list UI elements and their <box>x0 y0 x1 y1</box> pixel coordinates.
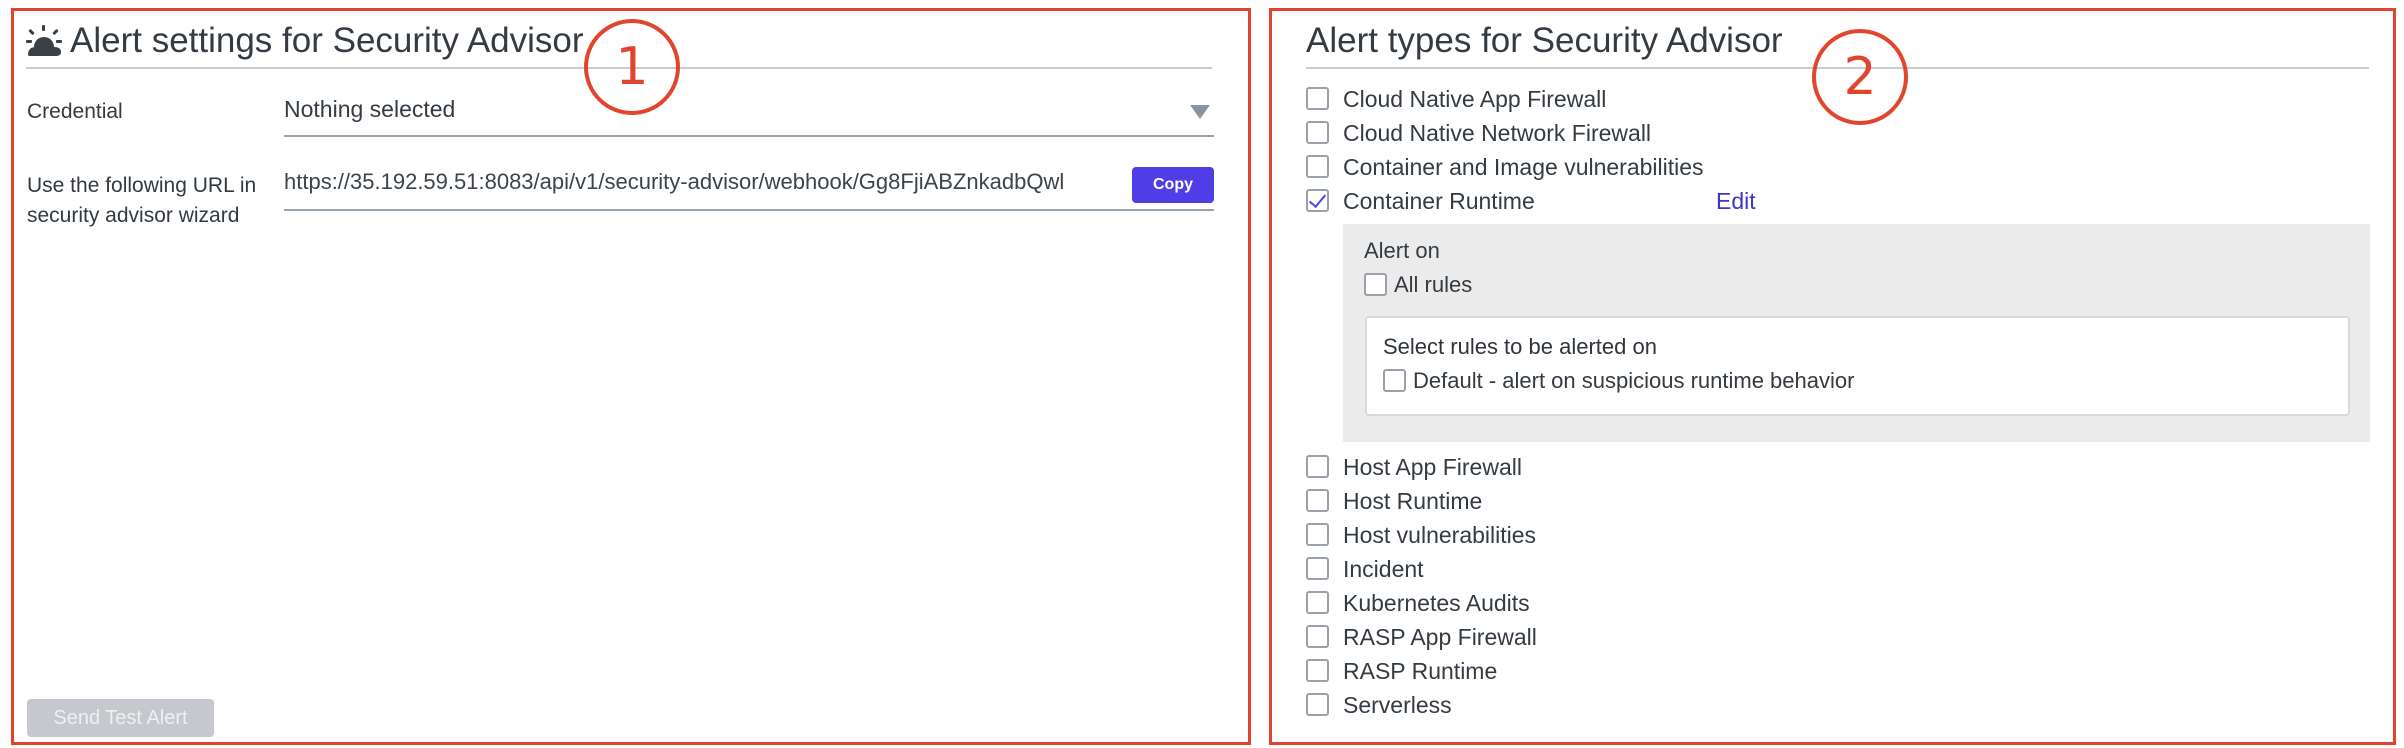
select-rules-title: Select rules to be alerted on <box>1383 334 1657 359</box>
alert-types-list: Cloud Native App Firewall Cloud Native N… <box>1306 82 2370 722</box>
alert-type-label: Host App Firewall <box>1343 454 1522 480</box>
checkbox[interactable] <box>1306 591 1329 614</box>
alert-type-label: RASP App Firewall <box>1343 624 1537 650</box>
alert-type-label: Host Runtime <box>1343 488 1483 514</box>
credential-select[interactable]: Nothing selected <box>284 89 1214 137</box>
alert-type-row[interactable]: Host App Firewall <box>1306 450 2366 484</box>
alert-settings-title-text: Alert settings for Security Advisor <box>70 21 584 60</box>
checkbox[interactable] <box>1306 659 1329 682</box>
checkbox[interactable] <box>1306 87 1329 110</box>
checkbox[interactable] <box>1306 693 1329 716</box>
alert-type-row[interactable]: Cloud Native App Firewall <box>1306 82 2366 116</box>
alert-type-row[interactable]: Cloud Native Network Firewall <box>1306 116 2366 150</box>
alert-type-row[interactable]: Kubernetes Audits <box>1306 586 2366 620</box>
checkbox-checked[interactable] <box>1306 189 1329 212</box>
alert-on-label: Alert on <box>1364 238 1440 263</box>
alert-type-label: RASP Runtime <box>1343 658 1498 684</box>
webhook-url-field[interactable]: https://35.192.59.51:8083/api/v1/securit… <box>284 161 1214 211</box>
alert-type-label: Incident <box>1343 556 1424 582</box>
checkbox[interactable] <box>1383 369 1406 392</box>
cloud-sun-icon <box>26 25 62 56</box>
rule-option[interactable]: Default - alert on suspicious runtime be… <box>1383 366 2283 396</box>
alert-settings-panel: Alert settings for Security Advisor 1 Cr… <box>11 8 1251 745</box>
credential-selected-value: Nothing selected <box>284 96 456 122</box>
checkbox[interactable] <box>1306 489 1329 512</box>
checkbox[interactable] <box>1306 523 1329 546</box>
alert-type-row[interactable]: RASP Runtime <box>1306 654 2366 688</box>
alert-type-label: Container Runtime <box>1343 188 1535 214</box>
checkbox[interactable] <box>1306 625 1329 648</box>
alert-type-label: Cloud Native App Firewall <box>1343 86 1607 112</box>
all-rules-option[interactable]: All rules <box>1364 270 1764 300</box>
alert-type-label: Host vulnerabilities <box>1343 522 1537 548</box>
alert-on-section: Alert on All rules Select rules to be al… <box>1343 224 2370 442</box>
checkbox[interactable] <box>1306 455 1329 478</box>
webhook-url-value[interactable]: https://35.192.59.51:8083/api/v1/securit… <box>284 165 1064 199</box>
alert-types-panel: Alert types for Security Advisor 2 Cloud… <box>1269 8 2396 745</box>
alert-type-label: Kubernetes Audits <box>1343 590 1530 616</box>
alert-type-label: Serverless <box>1343 692 1452 718</box>
caret-down-icon <box>1190 105 1210 119</box>
alert-type-label: Container and Image vulnerabilities <box>1343 154 1704 180</box>
checkbox[interactable] <box>1306 155 1329 178</box>
credential-label: Credential <box>27 100 123 123</box>
webhook-url-label: Use the following URL in security adviso… <box>27 174 257 227</box>
copy-button[interactable]: Copy <box>1132 167 1214 203</box>
rule-label: Default - alert on suspicious runtime be… <box>1413 368 1855 393</box>
checkbox[interactable] <box>1306 121 1329 144</box>
send-test-alert-button[interactable]: Send Test Alert <box>27 699 214 737</box>
alert-type-row[interactable]: Host vulnerabilities <box>1306 518 2366 552</box>
alert-type-row[interactable]: Host Runtime <box>1306 484 2366 518</box>
alert-type-row-container-runtime[interactable]: Container Runtime Edit <box>1306 184 2366 218</box>
all-rules-label: All rules <box>1394 272 1473 297</box>
edit-link[interactable]: Edit <box>1716 184 1756 218</box>
alert-type-row[interactable]: Serverless <box>1306 688 2366 722</box>
alert-type-row[interactable]: Container and Image vulnerabilities <box>1306 150 2366 184</box>
alert-type-row[interactable]: RASP App Firewall <box>1306 620 2366 654</box>
alert-type-label: Cloud Native Network Firewall <box>1343 120 1652 146</box>
alert-type-row[interactable]: Incident <box>1306 552 2366 586</box>
checkbox[interactable] <box>1306 557 1329 580</box>
checkbox[interactable] <box>1364 273 1387 296</box>
rules-selection-box: Select rules to be alerted on Default - … <box>1365 316 2350 416</box>
